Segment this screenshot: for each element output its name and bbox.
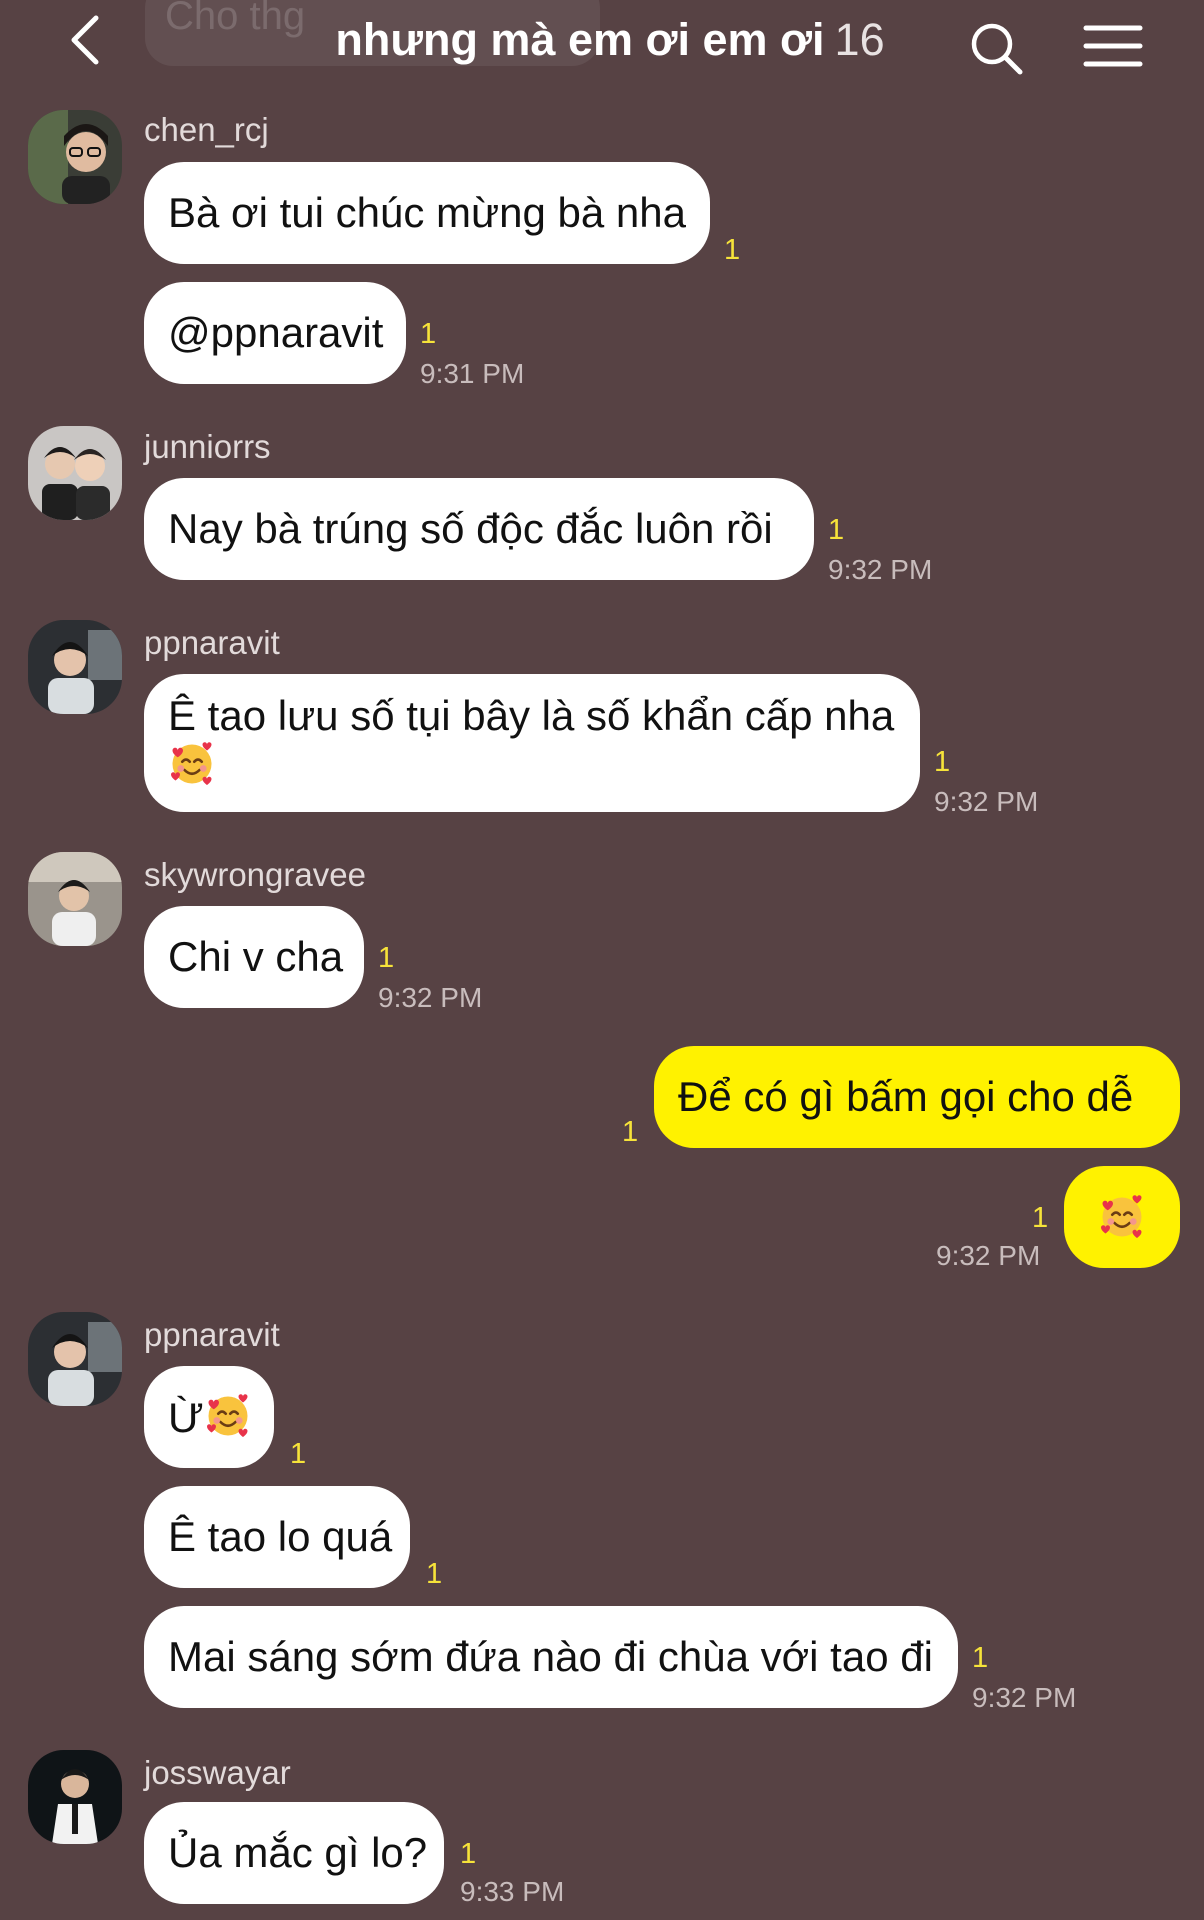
sender-username: josswayar [144, 1754, 291, 1791]
message-time: 9:33 PM [460, 1876, 565, 1907]
avatar-junniorrs[interactable] [28, 426, 122, 520]
smiling-face-with-hearts-icon [204, 1392, 252, 1440]
sender-username: chen_rcj [144, 111, 269, 148]
unread-count: 1 [724, 234, 741, 266]
chat-title-name: nhưng mà em ơi em ơi [335, 14, 825, 65]
message-time: 9:32 PM [828, 554, 933, 585]
smiling-face-with-hearts-icon [168, 740, 216, 788]
message-bubble[interactable]: Ê tao lưu số tụi bây là số khẩn cấp nha [144, 674, 920, 812]
message-bubble[interactable]: Ừ [144, 1366, 274, 1468]
unread-count: 1 [828, 514, 845, 546]
avatar-chen-rcj[interactable] [28, 110, 122, 204]
message-text: Ừ [168, 1394, 204, 1441]
hamburger-menu-icon[interactable] [1083, 22, 1143, 70]
message-bubble[interactable]: Nay bà trúng số độc đắc luôn rồi [144, 478, 814, 580]
message-bubble[interactable]: Ủa mắc gì lo? [144, 1802, 444, 1904]
my-message-bubble[interactable] [1064, 1166, 1180, 1268]
message-time: 9:32 PM [934, 786, 1039, 817]
sender-username: ppnaravit [144, 1316, 280, 1353]
unread-count: 1 [426, 1558, 443, 1590]
avatar-josswayar[interactable] [28, 1750, 122, 1844]
message-bubble[interactable]: Ê tao lo quá [144, 1486, 410, 1588]
message-bubble[interactable]: Mai sáng sớm đứa nào đi chùa với tao đi [144, 1606, 958, 1708]
unread-count: 1 [934, 746, 951, 778]
chat-title: nhưng mà em ơi em ơi 16 [300, 12, 920, 68]
unread-count: 1 [460, 1838, 477, 1870]
message-text: Ê tao lưu số tụi bây là số khẩn cấp nha [168, 692, 895, 739]
sender-username: junniorrs [144, 428, 271, 465]
message-bubble[interactable]: Chi v cha [144, 906, 364, 1008]
message-time: 9:32 PM [378, 982, 483, 1013]
sender-username: ppnaravit [144, 624, 280, 661]
avatar-ppnaravit[interactable] [28, 1312, 122, 1406]
my-message-bubble[interactable]: Để có gì bấm gọi cho dễ [654, 1046, 1180, 1148]
unread-count: 1 [622, 1116, 639, 1148]
search-icon[interactable] [968, 20, 1024, 76]
unread-count: 1 [378, 942, 395, 974]
back-chevron-left-icon[interactable] [60, 10, 110, 70]
unread-count: 1 [972, 1642, 989, 1674]
unread-count: 1 [1032, 1202, 1049, 1234]
unread-count: 1 [290, 1438, 307, 1470]
avatar-skywrongravee[interactable] [28, 852, 122, 946]
message-bubble[interactable]: Bà ơi tui chúc mừng bà nha [144, 162, 710, 264]
message-bubble[interactable]: @ppnaravit [144, 282, 406, 384]
message-time: 9:32 PM [936, 1240, 1041, 1271]
member-count: 16 [834, 14, 885, 65]
avatar-ppnaravit[interactable] [28, 620, 122, 714]
unread-count: 1 [420, 318, 437, 350]
message-time: 9:32 PM [972, 1682, 1077, 1713]
smiling-face-with-hearts-icon [1098, 1193, 1146, 1241]
previous-message-preview-text: Cho thg [165, 0, 306, 38]
message-time: 9:31 PM [420, 358, 525, 389]
sender-username: skywrongravee [144, 856, 366, 893]
